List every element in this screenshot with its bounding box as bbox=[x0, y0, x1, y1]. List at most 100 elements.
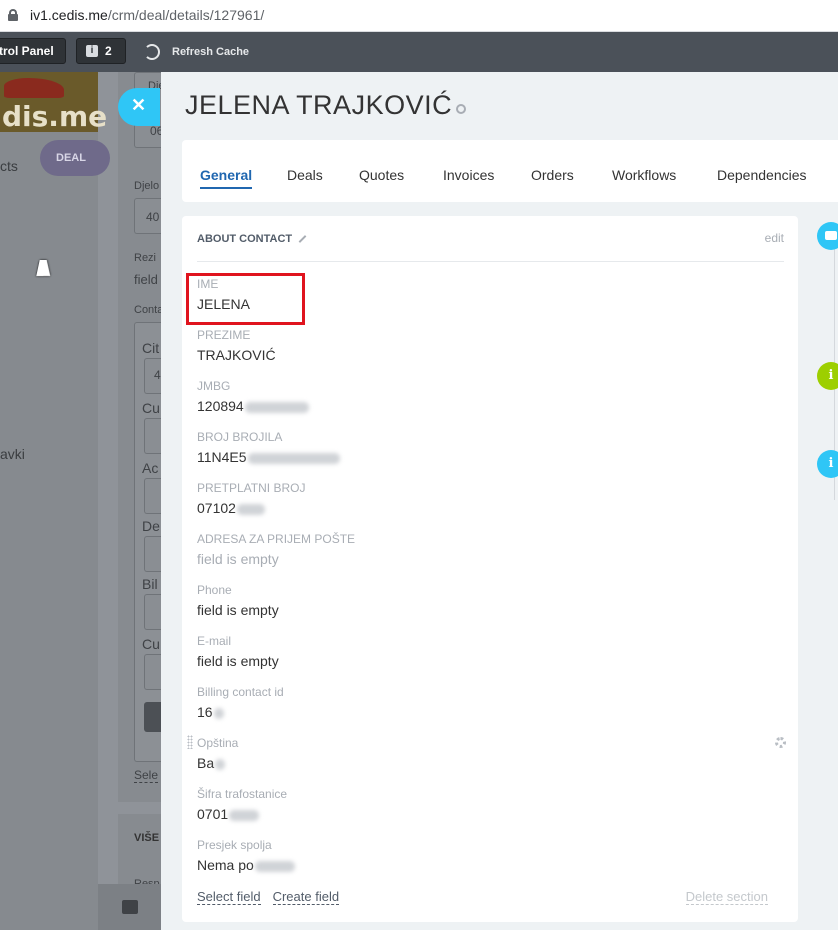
field-value: Ba bbox=[197, 755, 238, 771]
tab-dependencies[interactable]: Dependencies bbox=[717, 167, 807, 183]
refresh-cache-button[interactable]: Refresh Cache bbox=[144, 42, 249, 62]
card-footer-links: Select field Create field bbox=[197, 889, 351, 905]
close-icon: ✕ bbox=[131, 95, 147, 115]
background-label: Rezi bbox=[134, 252, 157, 264]
edit-section-link[interactable]: edit bbox=[765, 231, 784, 245]
field-value: Nema po bbox=[197, 857, 295, 873]
lock-icon bbox=[8, 9, 18, 21]
field-value: 0701 bbox=[197, 806, 287, 822]
info-icon[interactable]: i bbox=[817, 450, 838, 478]
info-icon: i bbox=[86, 45, 98, 57]
url-text[interactable]: iv1.cedis.me/crm/deal/details/127961/ bbox=[30, 7, 264, 23]
url-path: /crm/deal/details/127961/ bbox=[107, 7, 265, 23]
field-presjek-spolja[interactable]: Presjek spolja Nema po bbox=[197, 838, 295, 873]
divider bbox=[197, 261, 784, 262]
background-deal-pill: DEAL bbox=[40, 140, 110, 176]
field-email[interactable]: E-mail field is empty bbox=[197, 634, 279, 669]
field-label: Opština bbox=[197, 736, 239, 750]
admin-toolbar: trol Panel i 2 Refresh Cache bbox=[0, 32, 838, 72]
field-value: 11N4E5 bbox=[197, 449, 340, 465]
tab-orders[interactable]: Orders bbox=[531, 167, 574, 183]
field-value: 16 bbox=[197, 704, 284, 720]
background-label: De bbox=[142, 518, 160, 534]
redacted-blur bbox=[247, 452, 340, 464]
field-ime[interactable]: IME JELENA bbox=[197, 277, 250, 312]
background-contacts-label: cts bbox=[0, 158, 18, 174]
field-pretplatni-broj[interactable]: PRETPLATNI BROJ 07102 bbox=[197, 481, 305, 516]
field-label: JMBG bbox=[197, 379, 231, 393]
field-prezime[interactable]: PREZIME TRAJKOVIĆ bbox=[197, 328, 276, 363]
tab-quotes[interactable]: Quotes bbox=[359, 167, 404, 183]
field-jmbg[interactable]: JMBG 120894 bbox=[197, 379, 309, 414]
tab-general[interactable]: General bbox=[200, 167, 253, 189]
printer-icon bbox=[122, 900, 138, 914]
field-phone[interactable]: Phone field is empty bbox=[197, 583, 279, 618]
contact-name: JELENA TRAJKOVIĆ bbox=[185, 90, 453, 120]
redacted-blur bbox=[229, 809, 260, 821]
link-icon[interactable] bbox=[454, 101, 469, 117]
field-label: Presjek spolja bbox=[197, 838, 272, 852]
info-icon[interactable]: i bbox=[817, 362, 838, 390]
about-contact-card: ABOUT CONTACT edit IME JELENA PREZIME TR… bbox=[182, 216, 798, 922]
refresh-cache-label: Refresh Cache bbox=[172, 46, 250, 58]
field-value-text: 0701 bbox=[197, 806, 229, 822]
field-value-text: Nema po bbox=[197, 857, 254, 873]
drag-handle-icon[interactable] bbox=[187, 735, 193, 749]
field-value: TRAJKOVIĆ bbox=[197, 347, 276, 363]
background-label: Cit bbox=[142, 340, 160, 356]
browser-address-bar[interactable]: iv1.cedis.me/crm/deal/details/127961/ bbox=[0, 0, 838, 32]
background-sidebar: dis.me cts avki bbox=[0, 72, 107, 930]
redacted-blur bbox=[254, 860, 295, 872]
field-value-text: 07102 bbox=[197, 500, 236, 516]
field-adresa-za-prijem-poste[interactable]: ADRESA ZA PRIJEM POŠTE field is empty bbox=[197, 532, 355, 567]
background-label: Bil bbox=[142, 576, 158, 592]
field-value: 07102 bbox=[197, 500, 305, 516]
redacted-blur bbox=[236, 503, 265, 515]
background-more-title: VIŠE bbox=[134, 832, 160, 844]
tab-invoices[interactable]: Invoices bbox=[443, 167, 494, 183]
url-host: iv1.cedis.me bbox=[30, 7, 108, 23]
tab-deals[interactable]: Deals bbox=[287, 167, 323, 183]
background-label: field bbox=[134, 272, 158, 287]
create-field-link[interactable]: Create field bbox=[272, 889, 340, 905]
notifications-count: 2 bbox=[105, 44, 112, 58]
logo: dis.me bbox=[0, 72, 107, 133]
field-sifra-trafostanice[interactable]: Šifra trafostanice 0701 bbox=[197, 787, 287, 822]
background-value: 4 bbox=[154, 368, 161, 382]
field-value: field is empty bbox=[197, 602, 279, 618]
field-opstina[interactable]: Opština Ba bbox=[197, 736, 238, 771]
slider-close-button[interactable]: ✕ bbox=[118, 88, 160, 126]
logo-text: dis.me bbox=[2, 100, 108, 133]
select-field-link[interactable]: Select field bbox=[197, 889, 261, 905]
field-value: JELENA bbox=[197, 296, 250, 312]
field-value-text: 16 bbox=[197, 704, 213, 720]
field-value: field is empty bbox=[197, 653, 279, 669]
field-broj-brojila[interactable]: BROJ BROJILA 11N4E5 bbox=[197, 430, 340, 465]
field-value-text: 11N4E5 bbox=[197, 449, 247, 465]
tab-workflows[interactable]: Workflows bbox=[612, 167, 676, 183]
pencil-icon[interactable] bbox=[298, 235, 307, 243]
redacted-blur bbox=[213, 707, 224, 719]
control-panel-button[interactable]: trol Panel bbox=[0, 38, 66, 64]
field-label: IME bbox=[197, 277, 219, 291]
section-header: ABOUT CONTACT bbox=[197, 233, 307, 245]
gear-icon[interactable] bbox=[775, 737, 786, 748]
notifications-button[interactable]: i 2 bbox=[76, 38, 126, 64]
field-value-text: 120894 bbox=[197, 398, 244, 414]
field-value-text: Ba bbox=[197, 755, 215, 771]
field-billing-contact-id[interactable]: Billing contact id 16 bbox=[197, 685, 284, 720]
chat-icon[interactable] bbox=[817, 222, 838, 250]
refresh-icon bbox=[144, 44, 160, 60]
field-label: ADRESA ZA PRIJEM POŠTE bbox=[197, 532, 356, 546]
tab-bar: General Deals Quotes Invoices Orders Wor… bbox=[182, 140, 838, 202]
field-label: Billing contact id bbox=[197, 685, 284, 699]
background-print-area bbox=[98, 884, 161, 930]
background-label: Djelo bbox=[134, 180, 160, 192]
delete-section-link[interactable]: Delete section bbox=[685, 889, 768, 905]
field-label: Šifra trafostanice bbox=[197, 787, 288, 801]
field-value: 120894 bbox=[197, 398, 309, 414]
background-label: Conta bbox=[134, 304, 164, 316]
background-label: Cu bbox=[142, 636, 160, 652]
page-title: JELENA TRAJKOVIĆ bbox=[185, 90, 469, 121]
logo-flame-icon bbox=[4, 78, 64, 98]
